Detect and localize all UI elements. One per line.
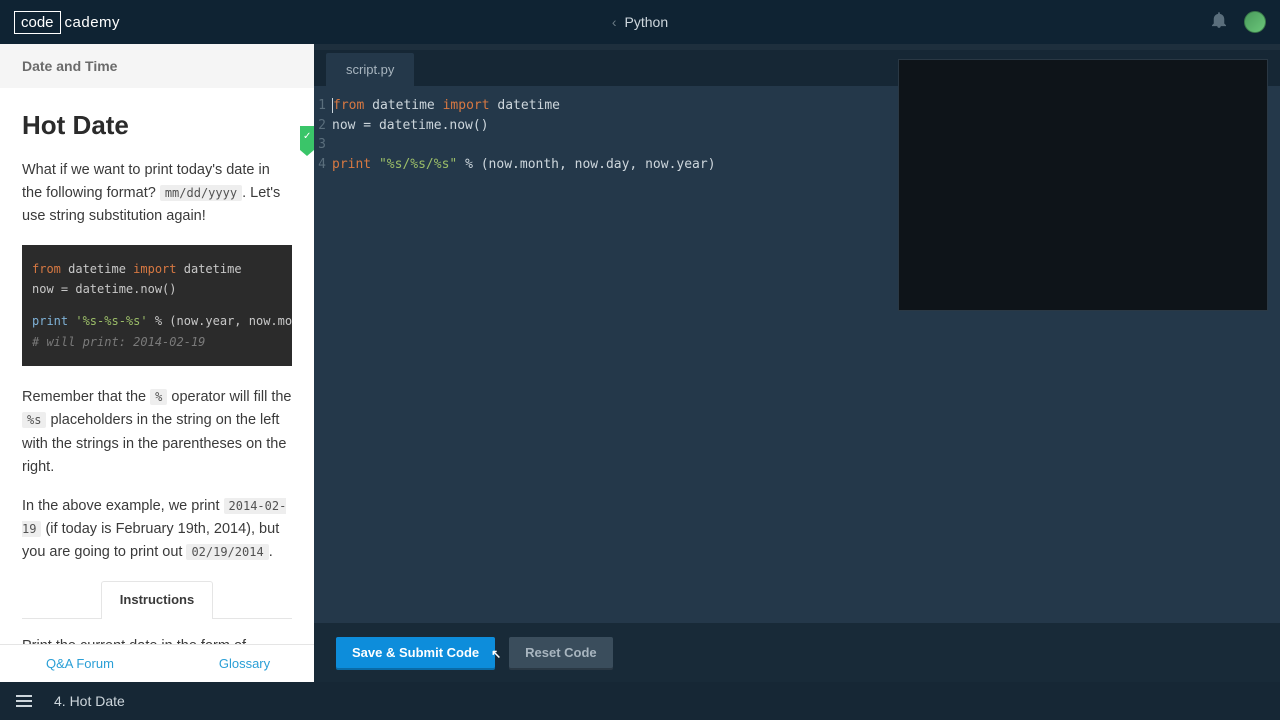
sidebar-footer: Q&A Forum Glossary: [0, 644, 314, 682]
qa-forum-link[interactable]: Q&A Forum: [0, 656, 175, 671]
output-pane: [898, 59, 1268, 311]
avatar[interactable]: [1244, 11, 1266, 33]
lesson-paragraph: Remember that the % operator will fill t…: [22, 386, 292, 479]
logo-text: cademy: [65, 14, 121, 31]
glossary-link[interactable]: Glossary: [175, 656, 314, 671]
menu-icon[interactable]: [16, 695, 32, 707]
instructions-text: Print the current date in the form of: [22, 635, 292, 644]
lesson-indicator[interactable]: 4. Hot Date: [54, 693, 125, 709]
inline-code: mm/dd/yyyy: [160, 185, 242, 201]
save-submit-button[interactable]: Save & Submit Code ↖: [336, 637, 495, 668]
logo-box: code: [14, 11, 61, 34]
instructions-tab[interactable]: Instructions: [101, 581, 213, 619]
cursor-icon: ↖: [491, 647, 501, 661]
editor-area: script.py 1 2 3 4 from datetime import d…: [314, 44, 1280, 682]
bookmark-icon[interactable]: ✓: [300, 126, 314, 150]
lesson-title: Hot Date: [22, 110, 292, 141]
lesson-paragraph: What if we want to print today's date in…: [22, 159, 292, 229]
app-header: code cademy ‹ Python: [0, 0, 1280, 44]
breadcrumb[interactable]: ‹ Python: [612, 14, 668, 30]
lesson-content: Hot Date What if we want to print today'…: [0, 88, 314, 644]
tab-file[interactable]: script.py: [326, 53, 414, 86]
reset-code-button[interactable]: Reset Code: [509, 637, 613, 668]
line-gutter: 1 2 3 4: [314, 96, 332, 622]
editor-footer: Save & Submit Code ↖ Reset Code: [314, 622, 1280, 682]
lesson-paragraph: In the above example, we print 2014-02-1…: [22, 495, 292, 565]
bottom-bar: 4. Hot Date: [0, 682, 1280, 720]
lesson-sidebar: Date and Time ✓ Hot Date What if we want…: [0, 44, 314, 682]
breadcrumb-label: Python: [625, 14, 669, 30]
chevron-left-icon: ‹: [612, 14, 617, 30]
logo[interactable]: code cademy: [14, 11, 120, 34]
section-title: Date and Time: [0, 44, 314, 88]
code-example: from datetime import datetime now = date…: [22, 245, 292, 367]
bell-icon[interactable]: [1212, 12, 1226, 33]
